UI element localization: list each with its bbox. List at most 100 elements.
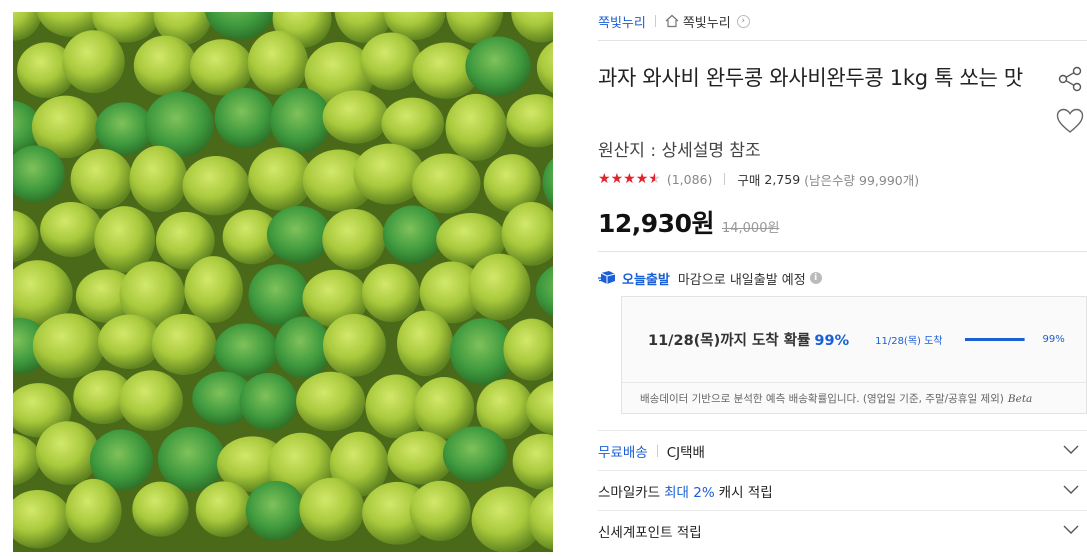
pea	[118, 370, 183, 431]
smile-card-rate: 최대 2%	[664, 484, 715, 501]
star-rating: ★ ★ ★ ★ ★	[598, 172, 661, 186]
pea	[182, 156, 250, 216]
share-icon[interactable]	[1057, 66, 1083, 92]
shipping-option[interactable]: 무료배송 CJ택배	[598, 430, 1087, 470]
pea	[62, 30, 125, 94]
mini-chart-date: 11/28(목) 도착	[875, 336, 943, 347]
pea	[35, 421, 100, 485]
pea	[195, 481, 253, 538]
pea	[132, 481, 189, 537]
store-home-link[interactable]: 쪽빛누리	[683, 12, 731, 31]
today-shipping-row: 오늘출발 마감으로 내일출발 예정 i	[598, 268, 822, 288]
chevron-down-icon[interactable]	[1063, 483, 1079, 495]
pea	[129, 145, 188, 213]
star-icon: ★	[598, 171, 611, 187]
pea	[40, 202, 103, 257]
divider	[654, 15, 656, 27]
heart-icon[interactable]	[1056, 108, 1084, 134]
smile-card-option[interactable]: 스마일카드 최대 2% 캐시 적립	[598, 470, 1087, 510]
delivery-probability-box: 11/28(목)까지 도착 확률 99% 11/28(목) 도착 99% 배송데이…	[621, 296, 1087, 414]
arrow-right-icon[interactable]: ›	[736, 14, 750, 28]
smile-card-label: 스마일카드	[598, 484, 661, 501]
pea	[65, 478, 122, 543]
pea	[157, 426, 226, 492]
pea	[360, 32, 422, 91]
divider	[724, 173, 726, 185]
pea	[184, 256, 243, 323]
pea	[382, 205, 443, 264]
wasabi-peas-photo	[13, 12, 553, 552]
origin-info: 원산지 : 상세설명 참조	[598, 141, 761, 161]
shipping-carrier: CJ택배	[666, 444, 705, 461]
pea	[151, 313, 217, 375]
product-title: 과자 와사비 완두콩 와사비완두콩 1kg 톡 쏘는 맛	[598, 66, 1023, 90]
rating-row: ★ ★ ★ ★ ★ (1,086) 구매 2,759 (남은수량 99,990개…	[598, 170, 919, 188]
pea	[409, 480, 471, 541]
pea	[97, 314, 162, 369]
pea	[189, 39, 253, 96]
product-image[interactable]	[13, 12, 553, 552]
star-icon: ★	[635, 171, 649, 187]
purchase-label: 구매	[737, 172, 761, 188]
star-icon: ★	[610, 171, 624, 187]
smile-card-suffix: 캐시 적립	[718, 484, 773, 501]
purchase-count: 2,759	[764, 171, 801, 187]
pea	[274, 316, 331, 379]
pea	[296, 371, 366, 432]
store-link[interactable]: 쪽빛누리	[598, 12, 646, 31]
today-shipping-label: 오늘출발	[622, 272, 670, 288]
sale-price: 12,930원	[598, 209, 714, 238]
pea	[247, 30, 309, 95]
today-shipping-desc: 마감으로 내일출발 예정	[677, 272, 806, 288]
pea	[412, 153, 481, 214]
pea	[361, 263, 420, 323]
mini-chart-percent: 99%	[1042, 334, 1065, 345]
beta-label: Beta	[1007, 392, 1033, 405]
chevron-down-icon[interactable]	[1063, 443, 1079, 455]
truck-icon	[598, 271, 616, 284]
divider	[598, 251, 1087, 252]
pea	[248, 147, 313, 211]
review-count[interactable]: (1,086)	[667, 172, 713, 187]
shinsegae-points-option[interactable]: 신세계포인트 적립	[598, 510, 1087, 550]
pea	[270, 87, 332, 153]
chevron-down-icon[interactable]	[1063, 523, 1079, 535]
pea	[299, 477, 365, 542]
pea	[214, 323, 279, 377]
original-price: 14,000원	[721, 221, 780, 236]
pea	[465, 36, 531, 96]
pea	[396, 310, 454, 377]
pea	[442, 426, 508, 483]
pea	[322, 90, 389, 144]
pea	[381, 97, 445, 150]
home-icon[interactable]	[665, 14, 679, 28]
star-half-icon: ★	[648, 171, 661, 187]
delivery-note-text: 배송데이터 기반으로 분석한 예측 배송확률입니다. (영업일 기준, 주말/공…	[640, 393, 1004, 405]
arrival-mini-chart: 11/28(목) 도착 99%	[875, 332, 1065, 347]
pea	[133, 35, 197, 96]
delivery-note: 배송데이터 기반으로 분석한 예측 배송확률입니다. (영업일 기준, 주말/공…	[622, 383, 1086, 414]
star-icon: ★	[623, 171, 636, 187]
remaining-stock: (남은수량 99,990개)	[804, 172, 920, 188]
pea	[468, 253, 531, 321]
breadcrumb: 쪽빛누리 쪽빛누리 ›	[598, 11, 750, 31]
pea	[322, 313, 386, 377]
info-icon[interactable]: i	[809, 272, 822, 284]
pea	[322, 208, 386, 270]
free-shipping-label: 무료배송	[598, 444, 648, 461]
arrival-percent: 99%	[814, 333, 850, 349]
pea	[32, 313, 105, 379]
pea	[245, 480, 306, 541]
pea	[239, 372, 298, 431]
pea	[214, 87, 276, 148]
price-row: 12,930원 14,000원	[598, 204, 779, 240]
arrival-summary: 11/28(목)까지 도착 확률 99% 11/28(목) 도착 99%	[622, 297, 1086, 383]
pea	[445, 93, 507, 161]
pea	[248, 264, 309, 326]
shinsegae-points-label: 신세계포인트 적립	[598, 524, 702, 541]
mini-chart-bar	[964, 338, 1025, 341]
divider	[598, 40, 1087, 41]
divider	[656, 444, 658, 457]
pea	[266, 205, 332, 264]
pea	[70, 148, 133, 210]
